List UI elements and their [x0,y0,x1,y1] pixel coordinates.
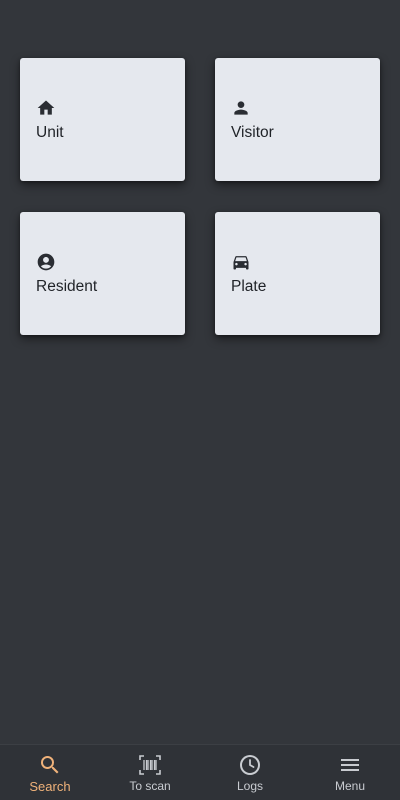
nav-label-menu: Menu [334,779,366,793]
bottom-navigation: Search To scan Logs Menu [0,744,400,800]
resident-card-label: Resident [36,278,98,295]
nav-label-search: Search [29,779,71,794]
car-icon [231,252,251,272]
app-screen: Unit Visitor Resident Plate Search To sc… [0,0,400,800]
unit-card-label: Unit [36,124,64,141]
visitor-card-label: Visitor [231,124,274,141]
clock-icon [238,753,262,777]
nav-item-to-scan[interactable]: To scan [100,745,200,800]
nav-item-menu[interactable]: Menu [300,745,400,800]
account-circle-icon [36,252,56,272]
nav-label-to-scan: To scan [129,779,171,793]
barcode-icon [138,753,162,777]
home-icon [36,98,56,118]
menu-icon [338,753,362,777]
nav-item-logs[interactable]: Logs [200,745,300,800]
search-icon [38,753,62,777]
plate-card[interactable]: Plate [215,212,380,335]
nav-label-logs: Logs [236,779,264,793]
plate-card-label: Plate [231,278,267,295]
unit-card[interactable]: Unit [20,58,185,181]
person-icon [231,98,251,118]
visitor-card[interactable]: Visitor [215,58,380,181]
nav-item-search[interactable]: Search [0,745,100,800]
resident-card[interactable]: Resident [20,212,185,335]
